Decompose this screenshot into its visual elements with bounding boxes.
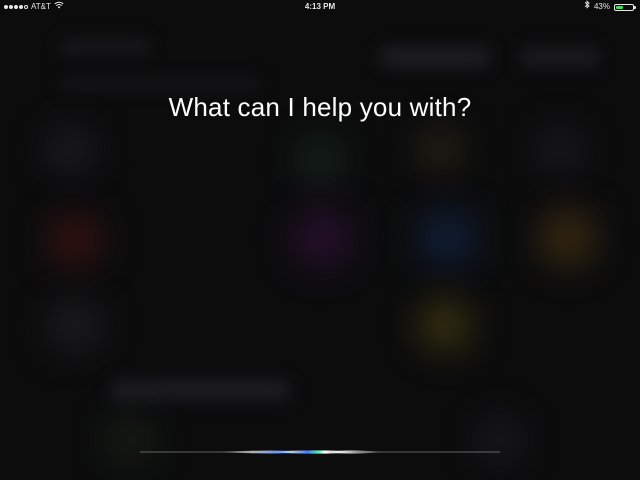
siri-screen: AT&T 4:13 PM 43% What can I help you wit…: [0, 0, 640, 480]
battery-icon: [614, 3, 636, 11]
bluetooth-icon: [584, 0, 590, 14]
status-bar: AT&T 4:13 PM 43%: [0, 0, 640, 14]
blurred-background: [0, 0, 640, 480]
status-right: 43%: [584, 0, 636, 14]
battery-percent: 43%: [593, 2, 610, 11]
battery-fill: [616, 5, 623, 9]
status-time: 4:13 PM: [304, 2, 336, 11]
siri-prompt: What can I help you with?: [168, 92, 472, 122]
siri-waveform[interactable]: [140, 444, 500, 460]
